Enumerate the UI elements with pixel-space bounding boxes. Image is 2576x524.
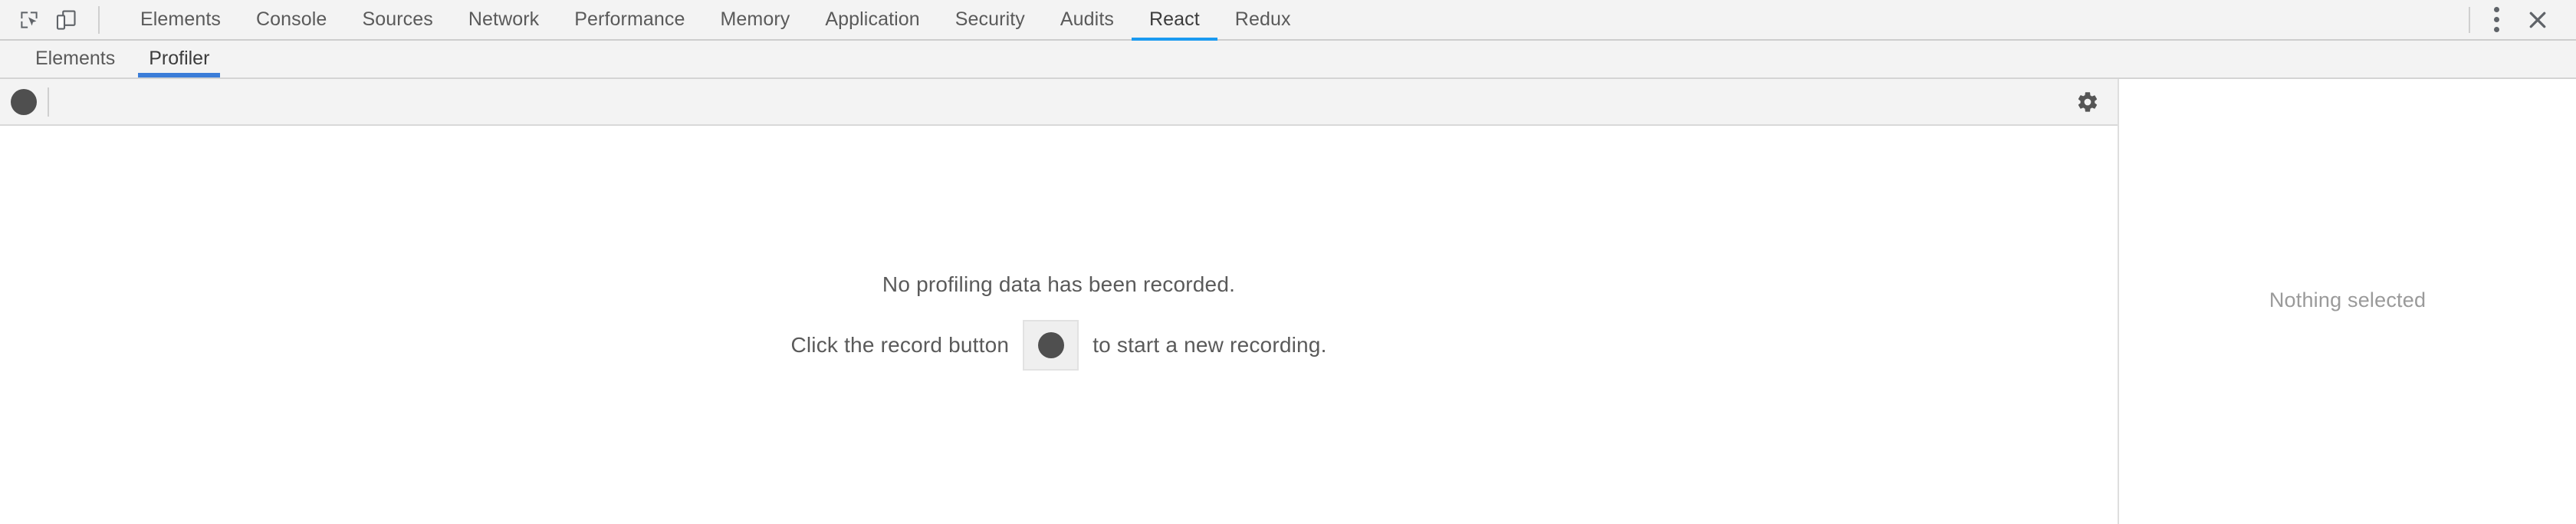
tab-performance[interactable]: Performance — [557, 0, 702, 40]
tab-network-label: Network — [468, 8, 540, 30]
tab-audits-label: Audits — [1060, 8, 1114, 30]
devtools-main-tabs: Elements Console Sources Network Perform… — [123, 0, 1309, 41]
tab-console-label: Console — [256, 8, 327, 30]
kebab-dot — [2493, 27, 2499, 32]
empty-state-instruction-prefix: Click the record button — [790, 333, 1010, 357]
devtools-tool-icons — [0, 0, 113, 40]
kebab-dot — [2493, 7, 2499, 12]
tab-console[interactable]: Console — [238, 0, 344, 40]
profiler-sidebar: Nothing selected — [2118, 79, 2576, 524]
tab-application-label: Application — [825, 8, 920, 30]
device-toolbar-icon[interactable] — [48, 2, 84, 38]
tab-sources-label: Sources — [362, 8, 433, 30]
actions-separator — [2469, 6, 2470, 33]
toolbar-separator — [48, 87, 49, 117]
tab-react-label: React — [1148, 8, 1200, 30]
record-icon — [11, 88, 37, 115]
subtab-profiler-label: Profiler — [149, 47, 210, 69]
tab-security[interactable]: Security — [938, 0, 1043, 40]
kebab-dot — [2493, 17, 2499, 22]
subtab-profiler[interactable]: Profiler — [132, 39, 226, 77]
empty-state-instruction: Click the record button to start a new r… — [790, 320, 1326, 371]
subtab-elements-label: Elements — [35, 47, 116, 69]
inline-record-button[interactable] — [1023, 320, 1079, 371]
tab-memory-label: Memory — [720, 8, 790, 30]
tab-redux[interactable]: Redux — [1217, 0, 1309, 40]
tab-react[interactable]: React — [1131, 0, 1217, 41]
empty-state-instruction-suffix: to start a new recording. — [1092, 333, 1327, 357]
more-options-icon[interactable] — [2476, 0, 2516, 40]
profiler-empty-state: No profiling data has been recorded. Cli… — [0, 127, 2118, 371]
tab-security-label: Security — [955, 8, 1025, 30]
toolbar-separator — [98, 5, 100, 34]
devtools-main-tabbar: Elements Console Sources Network Perform… — [0, 0, 2576, 41]
tab-application[interactable]: Application — [807, 0, 937, 40]
react-subtabbar: Elements Profiler — [0, 41, 2576, 79]
tab-audits[interactable]: Audits — [1043, 0, 1132, 40]
profiler-toolbar — [0, 79, 2118, 126]
tab-redux-label: Redux — [1234, 8, 1291, 30]
tab-elements-label: Elements — [140, 8, 222, 30]
gear-icon — [2078, 91, 2098, 112]
tab-memory[interactable]: Memory — [702, 0, 807, 40]
subtab-elements[interactable]: Elements — [18, 39, 132, 77]
settings-button[interactable] — [2064, 78, 2111, 125]
devtools-window: Elements Console Sources Network Perform… — [0, 0, 2576, 524]
close-icon[interactable] — [2516, 0, 2559, 40]
record-icon — [1037, 332, 1064, 358]
sidebar-empty-text: Nothing selected — [2269, 288, 2426, 311]
profiler-content: No profiling data has been recorded. Cli… — [0, 127, 2118, 524]
empty-state-heading: No profiling data has been recorded. — [882, 272, 1236, 296]
tab-network[interactable]: Network — [451, 0, 557, 40]
devtools-tabbar-actions — [2463, 0, 2576, 40]
record-button[interactable] — [0, 78, 48, 125]
inspect-element-icon[interactable] — [11, 2, 48, 38]
tab-elements[interactable]: Elements — [123, 0, 238, 40]
tab-performance-label: Performance — [574, 8, 685, 30]
tab-sources[interactable]: Sources — [344, 0, 450, 40]
